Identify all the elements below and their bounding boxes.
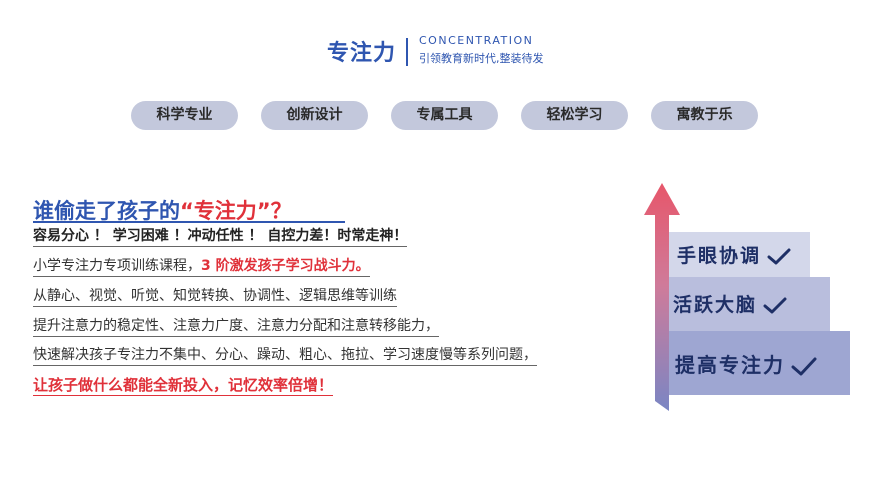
header: 专注力 CONCENTRATION 引领教育新时代,整装待发 <box>0 32 885 72</box>
tag-exclusive-tools[interactable]: 专属工具 <box>391 101 498 130</box>
training-line: 从静心、视觉、听觉、知觉转换、协调性、逻辑思维等训练 <box>33 287 397 307</box>
step-improve-focus: 提高专注力 <box>675 349 817 378</box>
headline-highlight: 专注力 <box>193 199 257 223</box>
ability-line: 提升注意力的稳定性、注意力广度、注意力分配和注意转移能力， <box>33 317 439 337</box>
check-icon <box>791 357 817 375</box>
step-improve-focus-label: 提高专注力 <box>675 353 785 377</box>
step-hand-eye-label: 手眼协调 <box>677 245 762 267</box>
headline-prefix: 谁偷走了孩子的 <box>33 199 180 223</box>
step-active-brain: 活跃大脑 <box>673 290 787 317</box>
course-line-prefix: 小学专注力专项训练课程， <box>33 258 201 274</box>
course-line-highlight: 3 阶激发孩子学习战斗力。 <box>201 258 370 274</box>
check-icon <box>763 297 787 314</box>
title-divider <box>406 38 408 66</box>
tag-easy-learning[interactable]: 轻松学习 <box>521 101 628 130</box>
tag-scientific[interactable]: 科学专业 <box>131 101 238 130</box>
page-title: 专注力 <box>327 41 397 66</box>
closing-line: 让孩子做什么都能全新投入，记忆效率倍增！ <box>33 376 334 396</box>
step-active-brain-label: 活跃大脑 <box>673 294 758 316</box>
page-slogan: 引领教育新时代,整装待发 <box>419 52 544 65</box>
symptoms-line: 容易分心 ！ 学习困难 ！冲动任性 ！ 自控力差！时常走神！ <box>33 227 408 247</box>
step-hand-eye: 手眼协调 <box>677 241 791 268</box>
headline-quote-open: “ <box>180 199 194 223</box>
tag-edutainment[interactable]: 寓教于乐 <box>651 101 758 130</box>
check-icon <box>767 248 791 265</box>
page-subtitle-en: CONCENTRATION <box>419 34 534 47</box>
headline-quote-close: ”？ <box>256 199 292 223</box>
headline-underline <box>33 221 345 223</box>
course-line: 小学专注力专项训练课程，3 阶激发孩子学习战斗力。 <box>33 257 370 277</box>
problems-line: 快速解决孩子专注力不集中、分心、躁动、粗心、拖拉、学习速度慢等系列问题， <box>33 346 537 366</box>
tag-innovative-design[interactable]: 创新设计 <box>261 101 368 130</box>
